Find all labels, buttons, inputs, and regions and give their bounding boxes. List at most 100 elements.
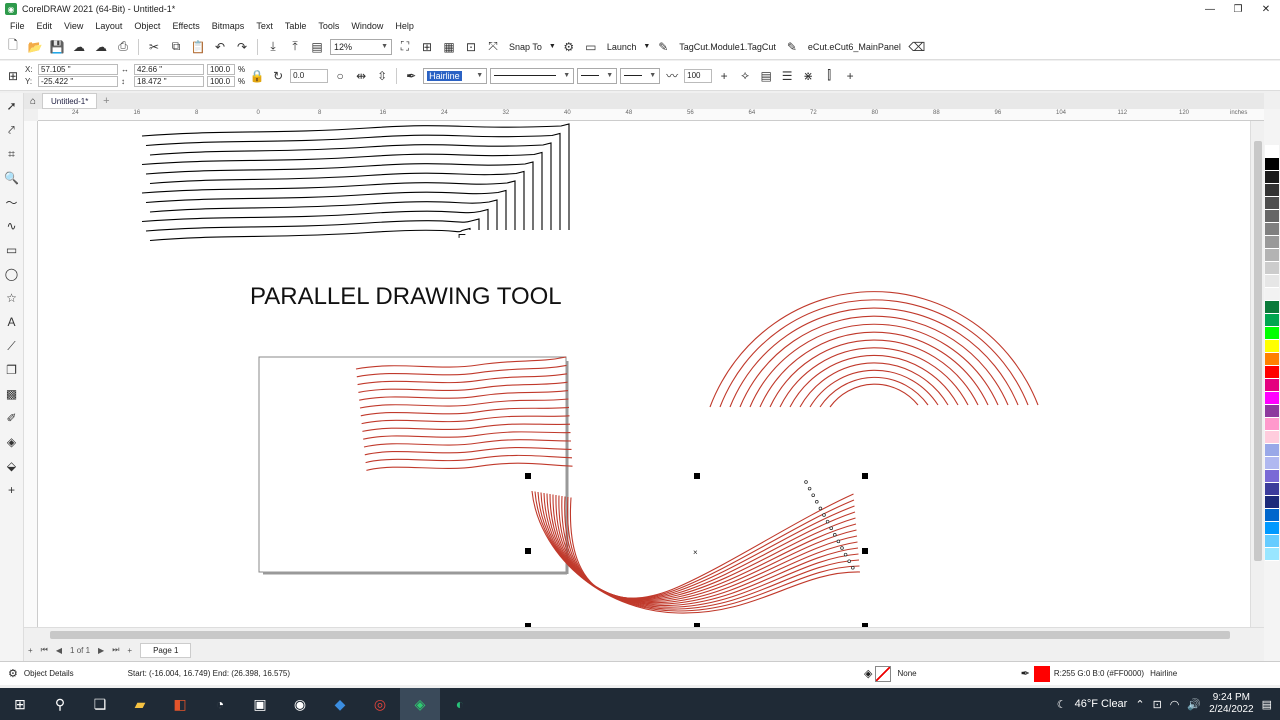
menu-object[interactable]: Object [128,21,166,31]
macro-ecut-button[interactable]: eCut.eCut6_MainPanel [805,42,904,52]
parallel-dimension-icon[interactable]: ⟋ [3,337,21,355]
menu-bitmaps[interactable]: Bitmaps [206,21,251,31]
macro-tagcut-button[interactable]: TagCut.Module1.TagCut [676,42,779,52]
selection-handle[interactable] [525,473,531,479]
document-tab[interactable]: Untitled-1* [42,93,98,109]
path-node[interactable] [851,566,855,570]
reduce-nodes-icon[interactable]: ⟡ [736,67,754,85]
path-node[interactable] [829,526,833,530]
path-node[interactable] [825,519,830,524]
rulers-icon[interactable]: ⊞ [418,38,436,56]
path-node[interactable] [804,480,808,484]
color-swatch[interactable] [1265,379,1279,392]
color-swatch[interactable] [1265,535,1279,548]
line-style-combo[interactable]: ▼ [490,67,575,84]
launch-button[interactable]: Launch [604,42,640,52]
mirror-vertical-icon[interactable]: ⇳ [373,67,391,85]
add-page-end-icon[interactable]: + [127,646,132,655]
menu-effects[interactable]: Effects [166,21,205,31]
launch-icon[interactable]: ▭ [582,38,600,56]
restore-button[interactable]: ❐ [1224,0,1252,18]
next-page-icon[interactable]: ▶ [98,646,104,655]
color-swatch[interactable] [1265,236,1279,249]
eyedropper-icon[interactable]: ✐ [3,409,21,427]
path-node[interactable] [843,552,848,557]
align-icon[interactable]: ☰ [778,67,796,85]
color-swatch[interactable] [1265,197,1279,210]
last-page-icon[interactable]: ⏭ [112,645,119,655]
snap-to-button[interactable]: Snap To [506,42,545,52]
selection-handle[interactable] [525,548,531,554]
freehand-tool-icon[interactable]: 〜 [3,193,21,211]
vertical-ruler[interactable] [24,121,38,627]
cloud-download-icon[interactable]: ☁ [92,38,110,56]
menu-edit[interactable]: Edit [31,21,59,31]
horizontal-scrollbar[interactable] [24,627,1264,641]
horizontal-scroll-thumb[interactable] [50,631,1230,639]
path-node[interactable] [847,559,851,563]
new-document-icon[interactable]: 🗋 [4,38,22,56]
color-swatch[interactable] [1265,470,1279,483]
menu-table[interactable]: Table [279,21,313,31]
menu-help[interactable]: Help [389,21,420,31]
color-swatch[interactable] [1265,496,1279,509]
chevron-down-icon[interactable]: ▼ [643,43,650,50]
path-node[interactable] [836,539,841,544]
y-position-field[interactable]: -25.422 " [38,76,118,87]
zoom-tool-icon[interactable]: 🔍 [3,169,21,187]
color-swatch[interactable] [1265,444,1279,457]
cloud-upload-icon[interactable]: ☁ [70,38,88,56]
undo-icon[interactable]: ↶ [211,38,229,56]
app-icon-2[interactable]: ◔ [200,688,240,720]
menu-window[interactable]: Window [345,21,389,31]
x-position-field[interactable]: 57.105 " [38,64,118,75]
color-swatch[interactable] [1265,145,1279,158]
color-swatch[interactable] [1265,522,1279,535]
menu-tools[interactable]: Tools [312,21,345,31]
ellipse-tool-icon[interactable]: ◯ [3,265,21,283]
save-icon[interactable]: 💾 [48,38,66,56]
print-icon[interactable]: ⎙ [114,38,132,56]
start-arrowhead-combo[interactable]: ▼ [577,67,618,84]
selection-handle[interactable] [694,473,700,479]
color-swatch[interactable] [1265,340,1279,353]
network-icon[interactable]: ⊡ [1153,698,1162,711]
color-swatch[interactable] [1265,288,1279,301]
windows-start-icon[interactable]: ⊞ [0,688,40,720]
first-page-icon[interactable]: ⏮ [41,645,48,655]
smart-fill-icon[interactable]: ⬙ [3,457,21,475]
center-marker-icon[interactable]: × [693,548,698,557]
menu-view[interactable]: View [58,21,89,31]
path-node[interactable] [833,533,837,537]
clock[interactable]: 9:24 PM 2/24/2022 [1209,692,1254,716]
path-node[interactable] [815,500,819,504]
smoothing-field[interactable]: 100 [684,68,713,83]
selection-handle[interactable] [862,548,868,554]
mirror-horizontal-icon[interactable]: ⇹ [352,67,370,85]
color-swatch[interactable] [1265,431,1279,444]
path-node[interactable] [811,493,815,497]
height-field[interactable]: 18.472 " [134,76,204,87]
edge-icon[interactable]: ◐ [440,688,480,720]
scale-y-field[interactable]: 100.0 [207,76,235,87]
new-tab-icon[interactable]: + [97,95,115,107]
eraser-macro-icon[interactable]: ⌫ [908,38,926,56]
artistic-media-icon[interactable]: ∿ [3,217,21,235]
color-swatch[interactable] [1265,210,1279,223]
plus-icon[interactable]: + [715,67,733,85]
prev-page-icon[interactable]: ◀ [56,646,62,655]
copy-icon[interactable]: ⧉ [167,38,185,56]
object-details-label[interactable]: Object Details [24,669,74,678]
color-swatch[interactable] [1265,301,1279,314]
vertical-scrollbar[interactable] [1250,121,1264,627]
add-more-icon[interactable]: + [841,67,859,85]
menu-text[interactable]: Text [250,21,279,31]
horizontal-ruler[interactable]: 24 16 8 0 8 16 24 32 40 48 56 64 72 80 88 96 104 112 120 in… [38,109,1264,121]
app-icon-5[interactable]: ◆ [320,688,360,720]
search-icon[interactable]: ⚲ [40,688,80,720]
polygon-tool-icon[interactable]: ☆ [3,289,21,307]
options-gear-icon[interactable]: ⚙ [560,38,578,56]
color-swatch[interactable] [1265,158,1279,171]
color-swatch[interactable] [1265,327,1279,340]
menu-layout[interactable]: Layout [89,21,128,31]
